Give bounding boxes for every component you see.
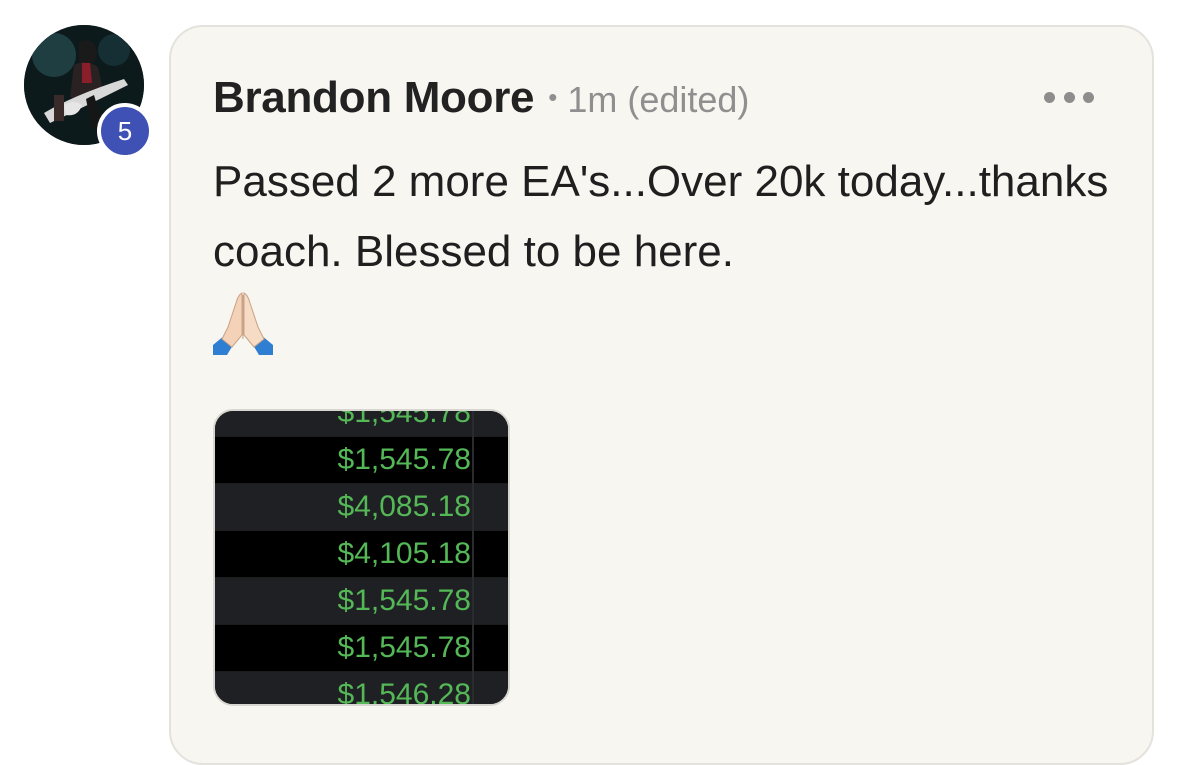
dot-icon (1063, 91, 1075, 103)
post-bubble: Brandon Moore • 1m (edited) Passed 2 mor… (169, 25, 1154, 765)
amount-row: $1,545.78 (215, 578, 508, 625)
amount-row: $4,085.18 (215, 484, 508, 531)
amount-row: $4,105.18 (215, 531, 508, 578)
meta-separator: • (548, 82, 558, 112)
post-text: Passed 2 more EA's...Over 20k today...th… (213, 157, 1109, 276)
author-name[interactable]: Brandon Moore (213, 73, 535, 123)
level-badge: 5 (97, 103, 153, 159)
amount-row: $1,546.28 (215, 672, 508, 704)
amount-row: $1,545.78 (215, 411, 508, 437)
amount-list: $1,545.78 $1,545.78 $4,085.18 $4,105.18 $1,5… (215, 411, 508, 704)
post-header: Brandon Moore • 1m (edited) (213, 73, 749, 123)
dot-icon (1044, 91, 1055, 103)
amount-row: $1,545.78 (215, 625, 508, 672)
amount-row: $1,545.78 (215, 437, 508, 484)
more-options-button[interactable] (1044, 87, 1094, 107)
edited-indicator: (edited) (627, 79, 750, 120)
dot-icon (1083, 91, 1094, 103)
image-attachment[interactable]: $1,545.78 $1,545.78 $4,085.18 $4,105.18 $1,5… (213, 409, 510, 706)
folded-hands-icon (213, 292, 273, 355)
column-divider (472, 411, 474, 704)
post-timestamp: 1m (567, 79, 618, 120)
author-avatar-group[interactable]: 5 (24, 25, 153, 159)
